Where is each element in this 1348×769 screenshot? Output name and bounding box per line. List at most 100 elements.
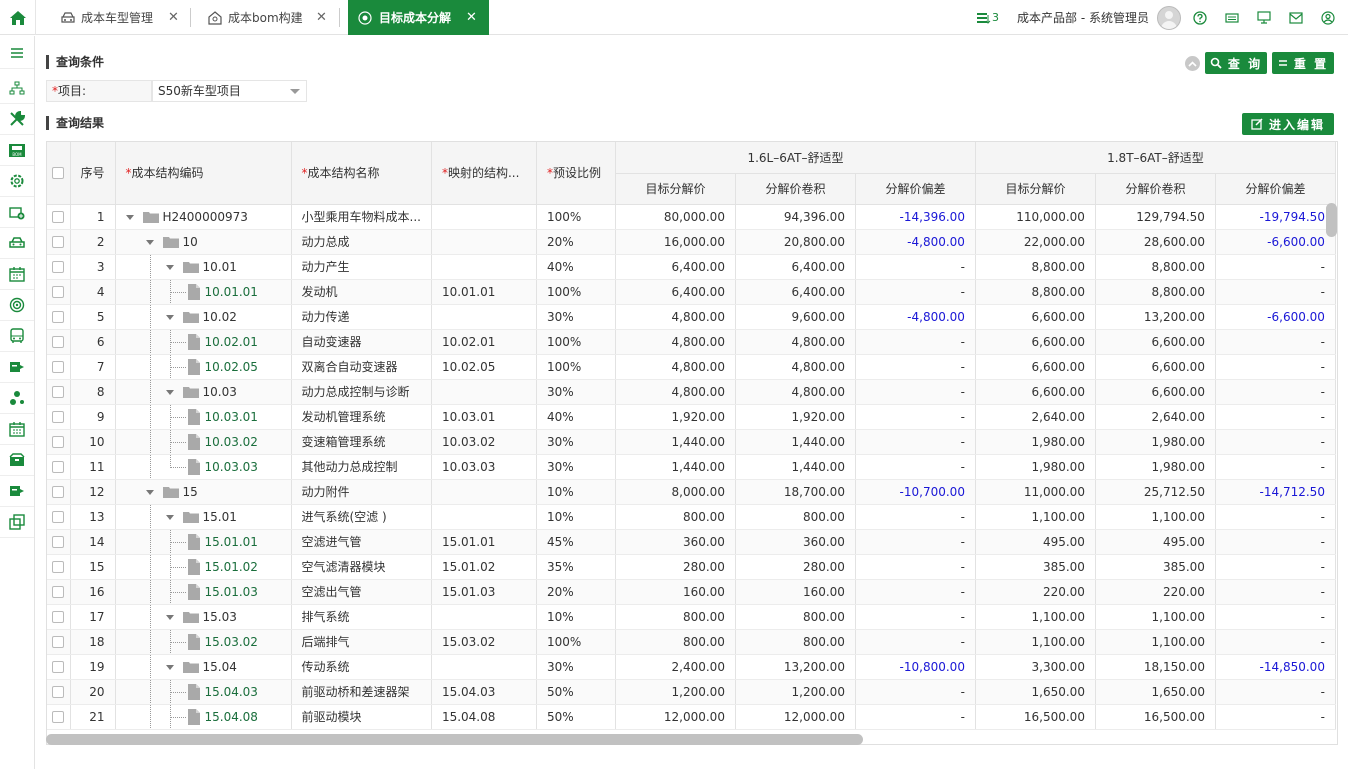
mapped-cell[interactable] [431, 229, 537, 255]
row-checkbox[interactable] [52, 711, 65, 723]
settings-icon[interactable] [0, 166, 34, 197]
target-cell-1[interactable]: 4,800.00 [615, 304, 736, 330]
name-cell[interactable]: 前驱动桥和差速器架 [291, 679, 432, 705]
table-row[interactable]: 17 15.03 排气系统 10% 800.00 800.00-1,100.00 1,100… [47, 604, 1336, 630]
target-cell-2[interactable]: 1,980.00 [975, 429, 1096, 455]
name-cell[interactable]: 空滤进气管 [291, 529, 432, 555]
close-icon[interactable]: ✕ [168, 10, 179, 25]
row-select-cell[interactable] [47, 529, 71, 555]
name-cell[interactable]: 双离合自动变速器 [291, 354, 432, 380]
row-select-cell[interactable] [47, 354, 71, 380]
row-checkbox[interactable] [52, 436, 65, 448]
ratio-cell[interactable]: 35% [536, 554, 616, 580]
name-cell[interactable]: 发动机 [291, 279, 432, 305]
table-row[interactable]: 10 10.03.02 变速箱管理系统 10.03.02 30% 1,440.00 1,44… [47, 429, 1336, 455]
col-ratio[interactable]: *预设比例 [536, 142, 616, 205]
table-row[interactable]: 5 10.02 动力传递 30% 4,800.00 9,600.00 -4,800.00 6,… [47, 304, 1336, 330]
expand-toggle-icon[interactable] [125, 214, 134, 220]
tag-icon[interactable] [0, 476, 34, 507]
window-icon[interactable] [0, 507, 34, 538]
target-cell-1[interactable]: 4,800.00 [615, 354, 736, 380]
ratio-cell[interactable]: 10% [536, 604, 616, 630]
mapped-cell[interactable] [431, 604, 537, 630]
row-select-cell[interactable] [47, 329, 71, 355]
row-checkbox[interactable] [52, 336, 65, 348]
table-row[interactable]: 7 10.02.05 双离合自动变速器 10.02.05 100% 4,800.00 4,8… [47, 354, 1336, 380]
row-checkbox[interactable] [52, 361, 65, 373]
target-cell-2[interactable]: 1,980.00 [975, 454, 1096, 480]
row-select-cell[interactable] [47, 204, 71, 230]
ratio-cell[interactable]: 100% [536, 329, 616, 355]
code-cell[interactable]: 10.01 [115, 254, 292, 280]
code-cell[interactable]: 15.01.01 [115, 529, 292, 555]
target-cell-2[interactable]: 16,500.00 [975, 704, 1096, 730]
table-row[interactable]: 16 15.01.03 空滤出气管 15.01.03 20% 160.00 160.00-2… [47, 579, 1336, 605]
row-select-cell[interactable] [47, 629, 71, 655]
row-checkbox[interactable] [52, 586, 65, 598]
add-model-icon[interactable] [0, 197, 34, 228]
ratio-cell[interactable]: 30% [536, 304, 616, 330]
target-cell-1[interactable]: 6,400.00 [615, 254, 736, 280]
col-code[interactable]: *成本结构编码 [115, 142, 292, 205]
close-icon[interactable]: ✕ [316, 10, 327, 25]
row-select-cell[interactable] [47, 504, 71, 530]
row-select-cell[interactable] [47, 379, 71, 405]
table-row[interactable]: 11 10.03.03 其他动力总成控制 10.03.03 30% 1,440.00 1,4… [47, 454, 1336, 480]
name-cell[interactable]: 小型乘用车物料成本... [291, 204, 432, 230]
mail-icon[interactable] [1289, 0, 1303, 35]
table-row[interactable]: 9 10.03.01 发动机管理系统 10.03.01 40% 1,920.00 1,920… [47, 404, 1336, 430]
row-checkbox[interactable] [52, 536, 65, 548]
table-row[interactable]: 1 H2400000973 小型乘用车物料成本... 100% 80,000.00 94,… [47, 204, 1336, 230]
row-select-cell[interactable] [47, 254, 71, 280]
row-checkbox[interactable] [52, 661, 65, 673]
ratio-cell[interactable]: 20% [536, 229, 616, 255]
target-cell-1[interactable]: 12,000.00 [615, 704, 736, 730]
code-cell[interactable]: 10.03 [115, 379, 292, 405]
reset-button[interactable]: 重 置 [1272, 52, 1334, 74]
mapped-cell[interactable] [431, 304, 537, 330]
row-checkbox[interactable] [52, 236, 65, 248]
code-cell[interactable]: H2400000973 [115, 204, 292, 230]
ratio-cell[interactable]: 30% [536, 429, 616, 455]
code-cell[interactable]: 10 [115, 229, 292, 255]
row-select-cell[interactable] [47, 654, 71, 680]
target-cell-2[interactable]: 22,000.00 [975, 229, 1096, 255]
mapped-cell[interactable] [431, 504, 537, 530]
target-cell-1[interactable]: 800.00 [615, 604, 736, 630]
expand-toggle-icon[interactable] [165, 664, 174, 670]
ratio-cell[interactable]: 50% [536, 679, 616, 705]
table-row[interactable]: 18 15.03.02 后端排气 15.03.02 100% 800.00 800.00-1… [47, 629, 1336, 655]
row-select-cell[interactable] [47, 679, 71, 705]
ratio-cell[interactable]: 45% [536, 529, 616, 555]
ratio-cell[interactable]: 100% [536, 354, 616, 380]
mapped-cell[interactable]: 15.01.01 [431, 529, 537, 555]
select-all-header[interactable] [47, 142, 71, 205]
vertical-scrollbar[interactable] [1326, 203, 1337, 237]
code-cell[interactable]: 10.03.01 [115, 404, 292, 430]
code-cell[interactable]: 15.03 [115, 604, 292, 630]
code-cell[interactable]: 15.01.02 [115, 554, 292, 580]
mapped-cell[interactable]: 10.03.03 [431, 454, 537, 480]
target-cell-1[interactable]: 800.00 [615, 504, 736, 530]
target-cell-1[interactable]: 360.00 [615, 529, 736, 555]
target-cell-1[interactable]: 1,440.00 [615, 454, 736, 480]
tools-icon[interactable] [0, 104, 34, 135]
code-cell[interactable]: 10.01.01 [115, 279, 292, 305]
mapped-cell[interactable] [431, 654, 537, 680]
name-cell[interactable]: 动力总成控制与诊断 [291, 379, 432, 405]
target-cell-2[interactable]: 2,640.00 [975, 404, 1096, 430]
target-cell-1[interactable]: 16,000.00 [615, 229, 736, 255]
mapped-cell[interactable]: 10.02.01 [431, 329, 537, 355]
target-cell-2[interactable]: 110,000.00 [975, 204, 1096, 230]
ratio-cell[interactable]: 30% [536, 454, 616, 480]
code-cell[interactable]: 10.02.05 [115, 354, 292, 380]
ratio-cell[interactable]: 30% [536, 654, 616, 680]
edit-button[interactable]: 进入编辑 [1242, 113, 1334, 135]
bom-icon[interactable]: BOM [0, 135, 34, 166]
mapped-cell[interactable] [431, 379, 537, 405]
query-button[interactable]: 查 询 [1205, 52, 1267, 74]
name-cell[interactable]: 排气系统 [291, 604, 432, 630]
target-cell-1[interactable]: 1,440.00 [615, 429, 736, 455]
ratio-cell[interactable]: 40% [536, 254, 616, 280]
select-all-checkbox[interactable] [52, 167, 65, 180]
